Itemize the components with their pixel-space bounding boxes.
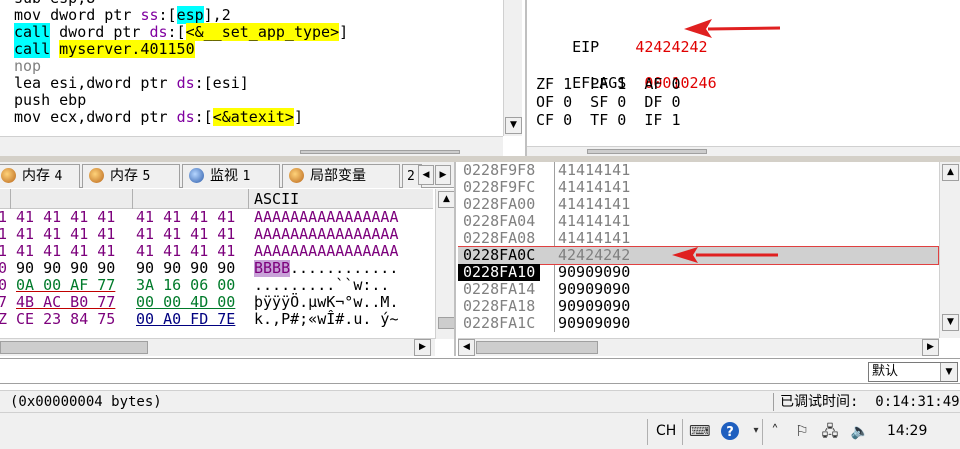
scroll-left-icon[interactable]: ◀ (458, 339, 475, 356)
flags-row-3: CF 0 TF 0 IF 1 (536, 111, 681, 129)
memory-icon (89, 168, 104, 183)
locals-icon (289, 168, 304, 183)
stack-value: 41414141 (558, 195, 631, 213)
ime-indicator[interactable]: CH (656, 423, 676, 439)
disasm-line[interactable]: mov dword ptr ss:[esp],2 (14, 6, 348, 24)
disassembly-lines: sub esp,8mov dword ptr ss:[esp],2call dw… (14, 0, 348, 126)
svg-text:?: ? (726, 425, 734, 440)
keyboard-icon[interactable]: ⌨ (689, 421, 711, 441)
arrow-icon (684, 19, 781, 38)
status-selection-size: (0x00000004 bytes) (10, 394, 162, 410)
stack-pane[interactable]: 0228F9F8 41414141 0228F9FC 41414141 0228FA00… (458, 162, 960, 356)
scroll-right-icon[interactable]: ▶ (414, 339, 431, 356)
taskbar: CH ⌨ ? ▾ ˄ ⚐ 🖧 🔈 14:29 (0, 412, 960, 449)
stack-value: 41414141 (558, 229, 631, 247)
flag-icon[interactable]: ⚐ (792, 421, 812, 441)
stack-address: 0228FA0C (463, 246, 536, 264)
chevron-down-icon[interactable]: ▼ (940, 363, 957, 381)
dump-tabs: 内存 4 内存 5 监视 1 局部变量 2 ◀ ▶ (0, 162, 454, 188)
dump-column-header: ASCII (0, 189, 433, 209)
stack-row[interactable]: 0228F9F8 41414141 (458, 162, 938, 179)
volume-icon[interactable]: 🔈 (850, 421, 870, 441)
scroll-thumb[interactable] (438, 317, 454, 329)
stack-row[interactable]: 0228FA1C 90909090 (458, 315, 938, 332)
registers-pane[interactable]: EIP 42424242 EFLAGS 00010246 ZF 1 PF 1 A… (525, 0, 960, 156)
stack-row[interactable]: 0228FA00 41414141 (458, 196, 938, 213)
disassembly-hscrollbar[interactable] (0, 136, 503, 156)
registers-hscrollbar[interactable] (527, 146, 960, 156)
disasm-line[interactable]: call myserver.401150 (14, 40, 348, 58)
network-icon[interactable]: 🖧 (820, 421, 840, 441)
stack-row[interactable]: 0228FA10 90909090 (458, 264, 938, 281)
arrow-icon (672, 247, 778, 263)
disassembly-pane[interactable]: sub esp,8mov dword ptr ss:[esp],2call dw… (0, 0, 522, 156)
stack-address: 0228FA00 (463, 195, 536, 213)
stack-hscrollbar[interactable]: ◀ ▶ (458, 338, 939, 356)
scroll-up-icon[interactable]: ▲ (438, 191, 454, 208)
stack-address: 0228F9F8 (463, 162, 536, 179)
clock[interactable]: 14:29 (887, 423, 927, 439)
tab-memory-5[interactable]: 内存 5 (82, 164, 180, 188)
tab-watch-1[interactable]: 监视 1 (182, 164, 280, 188)
scroll-down-icon[interactable]: ▼ (505, 117, 522, 134)
stack-value: 90909090 (558, 280, 631, 298)
tab-next-icon[interactable]: ▶ (435, 165, 451, 185)
stack-row[interactable]: 0228FA04 41414141 (458, 213, 938, 230)
stack-address: 0228FA04 (463, 212, 536, 230)
stack-address: 0228FA14 (463, 280, 536, 298)
flags-row-2: OF 0 SF 0 DF 0 (536, 93, 681, 111)
ascii-column-header: ASCII (254, 190, 300, 208)
status-debug-time: 已调试时间: 0:14:31:49 (780, 394, 960, 410)
stack-value: 41414141 (558, 212, 631, 230)
stack-row[interactable]: 0228F9FC 41414141 (458, 179, 938, 196)
flags-row-1: ZF 1 PF 1 AF 0 (536, 75, 681, 93)
disasm-line[interactable]: push ebp (14, 92, 348, 109)
scroll-thumb[interactable] (476, 341, 598, 354)
memory-icon (1, 168, 16, 183)
stack-value: 42424242 (558, 246, 631, 264)
stack-row[interactable]: 0228FA18 90909090 (458, 298, 938, 315)
stack-address: 0228FA18 (463, 297, 536, 315)
stack-address: 0228FA10 (458, 264, 541, 281)
stack-value: 41414141 (558, 178, 631, 196)
tab-memory-4[interactable]: 内存 4 (0, 164, 80, 188)
tab-prev-icon[interactable]: ◀ (418, 165, 434, 185)
scroll-thumb[interactable] (300, 150, 460, 154)
status-bar: (0x00000004 bytes) 已调试时间: 0:14:31:49 (0, 390, 960, 412)
stack-address: 0228FA08 (463, 229, 536, 247)
stack-value: 90909090 (558, 297, 631, 315)
ime-options-icon[interactable]: ▾ (746, 421, 766, 441)
tab-local-vars[interactable]: 局部变量 (282, 164, 400, 188)
show-hidden-icons-icon[interactable]: ˄ (765, 421, 785, 441)
scroll-up-icon[interactable]: ▲ (942, 164, 959, 181)
command-mode-select[interactable]: 默认 ▼ (868, 362, 958, 382)
stack-address: 0228F9FC (463, 178, 536, 196)
scroll-right-icon[interactable]: ▶ (922, 339, 939, 356)
scroll-down-icon[interactable]: ▼ (942, 314, 959, 331)
memory-dump-pane[interactable]: 内存 4 内存 5 监视 1 局部变量 2 ◀ ▶ ASCII 141 41 4… (0, 162, 456, 356)
scroll-thumb[interactable] (0, 341, 148, 354)
dump-hscrollbar[interactable]: ▶ (0, 338, 435, 356)
disasm-line[interactable]: nop (14, 58, 348, 75)
disasm-line[interactable]: lea esi,dword ptr ds:[esi] (14, 75, 348, 92)
disasm-line[interactable]: mov ecx,dword ptr ds:[<&atexit>] (14, 108, 348, 126)
disassembly-vscrollbar[interactable]: ▼ (503, 0, 522, 136)
stack-value: 90909090 (558, 263, 631, 281)
scroll-thumb[interactable] (587, 149, 707, 154)
stack-value: 90909090 (558, 314, 631, 332)
watch-icon (189, 168, 204, 183)
dump-vscrollbar[interactable]: ▲ (435, 189, 454, 339)
help-icon[interactable]: ? (720, 421, 740, 441)
command-bar[interactable]: 默认 ▼ (0, 358, 960, 384)
stack-value: 41414141 (558, 162, 631, 179)
stack-address: 0228FA1C (463, 314, 536, 332)
stack-vscrollbar[interactable]: ▲ ▼ (939, 162, 960, 338)
disasm-line[interactable]: call dword ptr ds:[<&__set_app_type>] (14, 23, 348, 41)
eip-label: EIP (572, 38, 600, 56)
stack-row[interactable]: 0228FA14 90909090 (458, 281, 938, 298)
